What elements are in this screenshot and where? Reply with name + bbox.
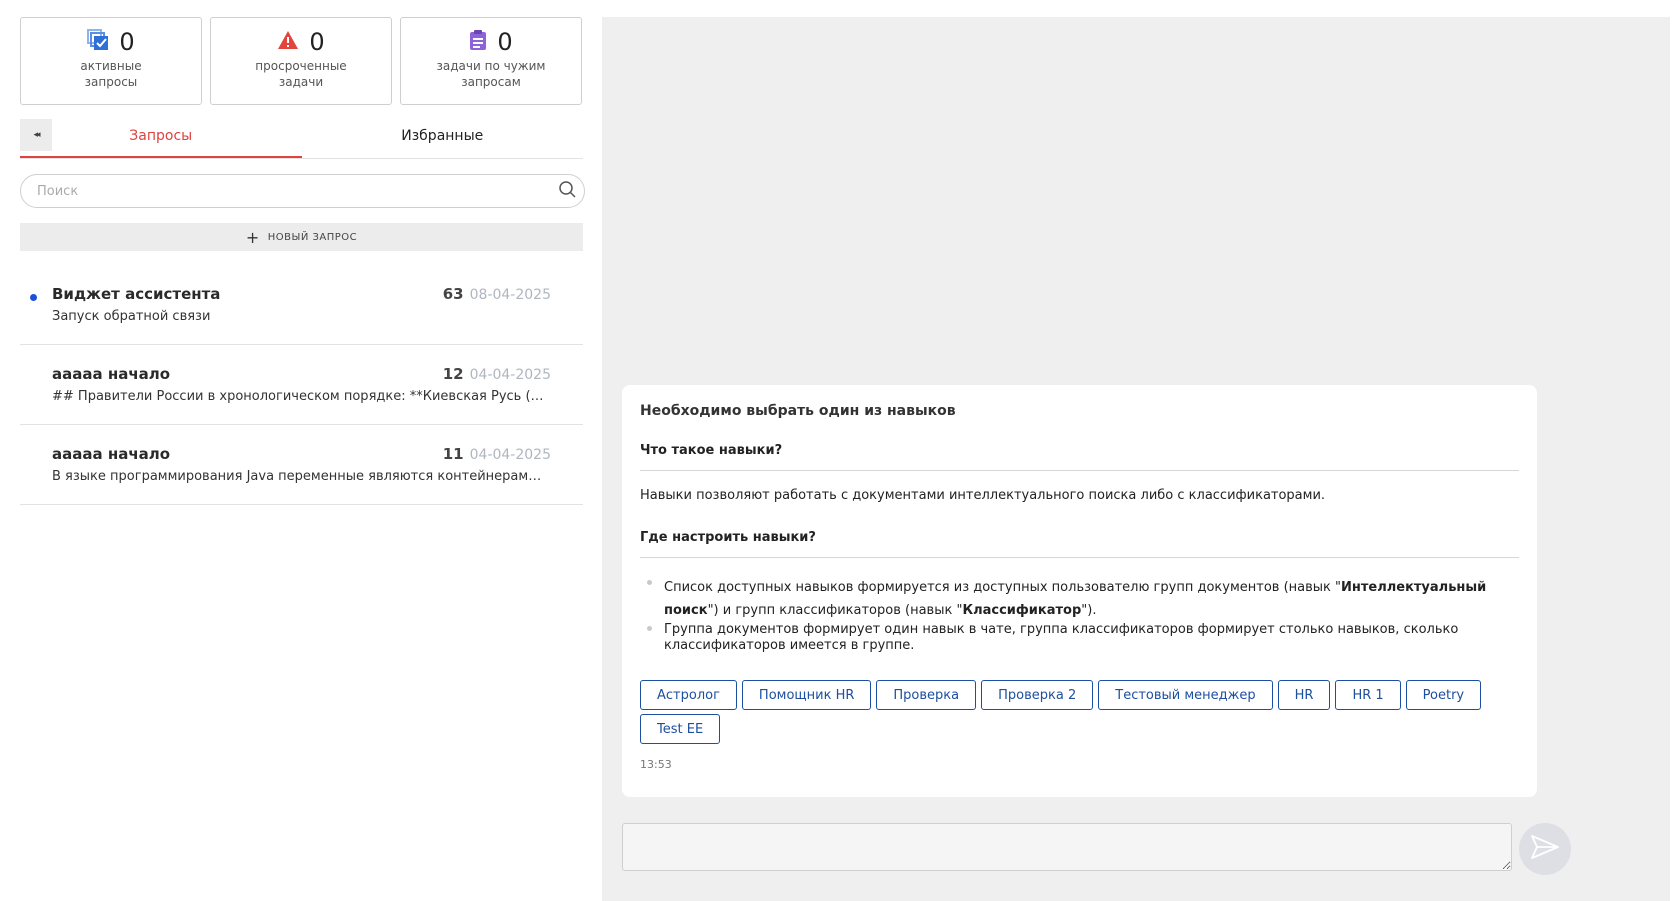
stat-count: 0 bbox=[497, 28, 513, 56]
sidebar: 0 активные запросы 0 просроченные задачи bbox=[20, 17, 585, 505]
bullet-item: Группа документов формирует один навык в… bbox=[647, 622, 1519, 654]
stat-label-line: запросы bbox=[84, 75, 138, 89]
request-title: ааааа начало bbox=[52, 365, 171, 383]
search-box bbox=[20, 174, 585, 208]
request-list: Виджет ассистента 63 08-04-2025 Запуск об… bbox=[20, 265, 583, 505]
request-date: 04-04-2025 bbox=[469, 447, 551, 463]
request-date: 04-04-2025 bbox=[469, 367, 551, 383]
tab-requests[interactable]: Запросы bbox=[20, 119, 302, 158]
bullet-text: ") и групп классификаторов (навык " bbox=[707, 603, 963, 618]
request-subtitle: Запуск обратной связи bbox=[52, 309, 211, 324]
bullet-text: "). bbox=[1081, 603, 1097, 618]
stats-row: 0 активные запросы 0 просроченные задачи bbox=[20, 17, 583, 105]
tabs: ◂◂ Запросы Избранные bbox=[20, 119, 583, 159]
request-count: 11 bbox=[442, 445, 464, 463]
skill-button[interactable]: HR bbox=[1277, 680, 1331, 710]
tab-favorites[interactable]: Избранные bbox=[302, 119, 584, 158]
unread-dot-icon bbox=[30, 294, 37, 301]
chat-panel: Необходимо выбрать один из навыков Что т… bbox=[602, 17, 1670, 901]
stat-overdue-tasks[interactable]: 0 просроченные задачи bbox=[210, 17, 392, 105]
bullet-bold: Классификатор bbox=[962, 603, 1082, 618]
stat-label-line: запросам bbox=[461, 75, 521, 89]
question-heading: Что такое навыки? bbox=[640, 443, 1519, 471]
skill-buttons: Астролог Помощник HR Проверка Проверка 2… bbox=[640, 680, 1520, 744]
new-request-label: НОВЫЙ ЗАПРОС bbox=[267, 231, 358, 243]
search-input[interactable] bbox=[37, 183, 558, 199]
new-request-button[interactable]: + НОВЫЙ ЗАПРОС bbox=[20, 223, 583, 251]
stat-count: 0 bbox=[119, 28, 135, 56]
request-date: 08-04-2025 bbox=[469, 287, 551, 303]
skill-button[interactable]: Проверка bbox=[876, 680, 977, 710]
search-icon[interactable] bbox=[558, 180, 576, 202]
skill-button[interactable]: Помощник HR bbox=[741, 680, 872, 710]
assistant-message: Необходимо выбрать один из навыков Что т… bbox=[622, 385, 1537, 797]
answer-text: Навыки позволяют работать с документами … bbox=[640, 488, 1326, 503]
skill-button[interactable]: Test EE bbox=[640, 714, 721, 744]
stat-foreign-tasks[interactable]: 0 задачи по чужим запросам bbox=[400, 17, 582, 105]
request-item[interactable]: ааааа начало 12 04-04-2025 ## Правители Р… bbox=[20, 345, 583, 425]
skill-button[interactable]: Проверка 2 bbox=[981, 680, 1094, 710]
stat-label-line: просроченные bbox=[255, 59, 347, 73]
send-button[interactable] bbox=[1519, 823, 1571, 875]
request-item[interactable]: Виджет ассистента 63 08-04-2025 Запуск об… bbox=[20, 265, 583, 345]
request-item[interactable]: ааааа начало 11 04-04-2025 В языке програ… bbox=[20, 425, 583, 505]
collapse-left-icon: ◂◂ bbox=[33, 130, 40, 140]
skill-button[interactable]: Астролог bbox=[640, 680, 737, 710]
active-requests-icon bbox=[87, 29, 109, 55]
clipboard-icon bbox=[469, 29, 487, 55]
skill-button[interactable]: Poetry bbox=[1405, 680, 1482, 710]
message-title: Необходимо выбрать один из навыков bbox=[640, 403, 956, 419]
stat-label: просроченные задачи bbox=[255, 58, 346, 90]
stat-active-requests[interactable]: 0 активные запросы bbox=[20, 17, 202, 105]
request-count: 12 bbox=[442, 365, 464, 383]
plus-icon: + bbox=[245, 227, 260, 247]
warning-icon bbox=[277, 30, 299, 54]
collapse-button[interactable]: ◂◂ bbox=[20, 119, 52, 151]
message-input[interactable] bbox=[622, 823, 1512, 871]
request-title: Виджет ассистента bbox=[52, 285, 221, 303]
message-time: 13:53 bbox=[640, 758, 672, 771]
stat-count: 0 bbox=[309, 28, 325, 56]
stat-label-line: задачи bbox=[278, 75, 324, 89]
stat-label: задачи по чужим запросам bbox=[437, 58, 546, 90]
skill-button[interactable]: HR 1 bbox=[1335, 680, 1401, 710]
request-subtitle: ## Правители России в хронологическом по… bbox=[52, 389, 547, 404]
bullet-text: Список доступных навыков формируется из … bbox=[664, 580, 1341, 595]
stat-label-line: активные bbox=[80, 59, 142, 73]
stat-label: активные запросы bbox=[80, 58, 141, 90]
send-icon bbox=[1530, 834, 1560, 864]
stat-label-line: задачи по чужим bbox=[436, 59, 546, 73]
skill-button[interactable]: Тестовый менеджер bbox=[1098, 680, 1273, 710]
bullet-list: Список доступных навыков формируется из … bbox=[640, 576, 1519, 654]
request-count: 63 bbox=[442, 285, 464, 303]
request-subtitle: В языке программирования Java переменные… bbox=[52, 469, 547, 484]
question-heading: Где настроить навыки? bbox=[640, 530, 1519, 558]
bullet-item: Список доступных навыков формируется из … bbox=[647, 576, 1519, 622]
request-title: ааааа начало bbox=[52, 445, 171, 463]
